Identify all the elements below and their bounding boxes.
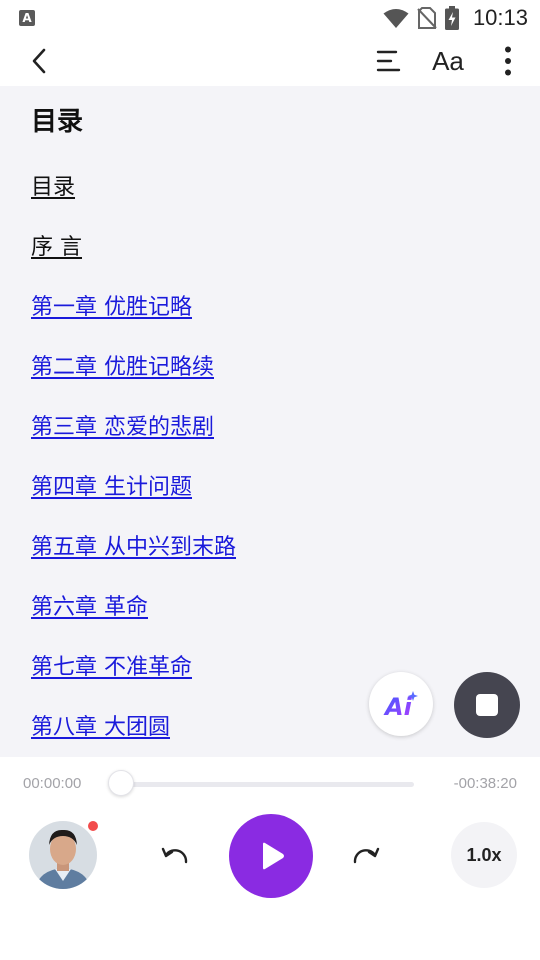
rewind-icon	[161, 847, 188, 864]
narrator-avatar-button[interactable]	[29, 821, 98, 889]
remaining-time: -00:38:20	[453, 775, 517, 792]
avatar	[29, 821, 97, 889]
toc-link-chapter-4[interactable]: 第四章 生计问题	[31, 475, 192, 500]
more-vert-icon	[505, 46, 511, 76]
more-options-button[interactable]	[494, 36, 522, 86]
ai-label: Ai	[383, 693, 413, 719]
ai-assistant-button[interactable]: Ai	[369, 672, 433, 736]
ai-icon: Ai	[383, 691, 418, 719]
play-button[interactable]	[229, 814, 313, 898]
toc-link-chapter-2[interactable]: 第二章 优胜记略续	[31, 355, 214, 380]
elapsed-time: 00:00:00	[23, 775, 82, 792]
toc-link-chapter-8[interactable]: 第八章 大团圆	[31, 715, 170, 740]
toc-link-preface[interactable]: 序 言	[31, 235, 82, 260]
toc-item: 第五章 从中兴到末路	[31, 530, 236, 590]
toc-link-chapter-6[interactable]: 第六章 革命	[31, 595, 148, 620]
toc-list: 目录 序 言 第一章 优胜记略 第二章 优胜记略续 第三章 恋爱的悲剧 第四章 …	[31, 170, 236, 757]
toc-item: 第二章 优胜记略续	[31, 350, 236, 410]
stop-reading-button[interactable]	[454, 672, 520, 738]
toc-link-chapter-7[interactable]: 第七章 不准革命	[31, 655, 192, 680]
font-settings-button[interactable]: Aa	[428, 36, 468, 86]
app-notification-icon: A	[19, 10, 35, 26]
toc-item: 第四章 生计问题	[31, 470, 236, 530]
no-sim-icon	[417, 7, 437, 29]
playback-speed-button[interactable]: 1.0x	[451, 822, 517, 888]
toc-link-chapter-3[interactable]: 第三章 恋爱的悲剧	[31, 415, 214, 440]
reader-toolbar: Aa	[0, 36, 540, 86]
toc-button[interactable]	[372, 36, 404, 86]
status-bar: A 10:13	[0, 0, 540, 36]
back-button[interactable]	[22, 36, 56, 86]
progress-thumb[interactable]	[108, 770, 134, 796]
toc-item: 目录	[31, 170, 236, 230]
narrator-portrait-icon	[29, 821, 97, 889]
toc-item: 第七章 不准革命	[31, 650, 236, 710]
toc-item: 序 言	[31, 230, 236, 290]
reader-content: 目录 目录 序 言 第一章 优胜记略 第二章 优胜记略续 第三章 恋爱的悲剧 第…	[0, 86, 540, 757]
forward-button[interactable]	[348, 840, 382, 874]
toc-list-icon	[376, 50, 401, 72]
forward-icon	[353, 847, 380, 864]
wifi-icon	[383, 9, 409, 28]
toc-link-chapter-5[interactable]: 第五章 从中兴到末路	[31, 535, 236, 560]
stop-icon	[476, 694, 498, 716]
toc-item: 第六章 革命	[31, 590, 236, 650]
battery-charging-icon	[444, 6, 459, 30]
back-arrow-icon	[32, 48, 46, 74]
notification-dot	[88, 821, 98, 831]
status-icons: 10:13	[383, 6, 528, 30]
toc-item: 第一章 优胜记略	[31, 290, 236, 350]
audio-player: 00:00:00 -00:38:20 1.0x	[0, 757, 540, 960]
toc-link-chapter-1[interactable]: 第一章 优胜记略	[31, 295, 192, 320]
play-icon	[263, 842, 284, 870]
toc-link-contents[interactable]: 目录	[31, 175, 75, 200]
toc-item: 第三章 恋爱的悲剧	[31, 410, 236, 470]
toc-title: 目录	[31, 107, 84, 137]
progress-track[interactable]	[114, 782, 414, 787]
toc-item: 第八章 大团圆	[31, 710, 236, 757]
rewind-button[interactable]	[159, 840, 193, 874]
status-time: 10:13	[472, 5, 528, 30]
